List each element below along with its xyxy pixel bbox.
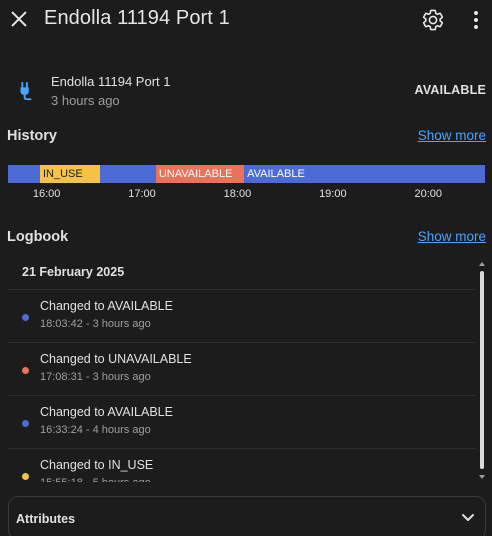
- logbook-title: Logbook: [7, 229, 69, 245]
- time-tick-label: 19:00: [319, 188, 347, 200]
- history-show-more-link[interactable]: Show more: [418, 128, 486, 143]
- ev-plug-icon: [20, 81, 32, 101]
- logbook-entry[interactable]: Changed to UNAVAILABLE 17:08:31 - 3 hours…: [8, 343, 476, 396]
- logbook-entry-message: Changed to AVAILABLE: [40, 299, 173, 313]
- gear-icon[interactable]: [421, 8, 445, 32]
- scroll-thumb[interactable]: [480, 271, 484, 469]
- timeline-segment[interactable]: IN_USE: [39, 165, 101, 183]
- history-timeline[interactable]: IN_USE UNAVAILABLE AVAILABLE: [8, 165, 485, 183]
- more-info-dialog: Endolla 11194 Port 1 Endolla 11194 Port …: [0, 0, 492, 536]
- logbook-entry-message: Changed to IN_USE: [40, 458, 154, 472]
- timeline-segment[interactable]: [100, 165, 156, 183]
- logbook-entry-message: Changed to UNAVAILABLE: [40, 352, 192, 366]
- chevron-down-icon[interactable]: [461, 513, 475, 523]
- dialog-header: Endolla 11194 Port 1: [0, 0, 492, 40]
- logbook-entry-time: 15:55:18 - 5 hours ago: [40, 477, 151, 482]
- logbook-entry[interactable]: Changed to AVAILABLE 16:33:24 - 4 hours a…: [8, 396, 476, 449]
- history-title: History: [7, 128, 57, 144]
- scroll-up-arrow-icon[interactable]: [479, 262, 485, 266]
- timeline-segment[interactable]: [8, 165, 40, 183]
- entity-last-changed: 3 hours ago: [51, 93, 120, 108]
- time-tick-label: 20:00: [414, 188, 442, 200]
- timeline-segment[interactable]: AVAILABLE: [244, 165, 485, 183]
- state-dot-icon: [22, 367, 29, 374]
- entity-state-value: AVAILABLE: [414, 83, 486, 97]
- attributes-label: Attributes: [16, 512, 76, 526]
- entity-state-row: Endolla 11194 Port 1 3 hours ago AVAILAB…: [0, 66, 492, 114]
- logbook-entry-time: 17:08:31 - 3 hours ago: [40, 371, 151, 383]
- logbook-list[interactable]: 21 February 2025 Changed to AVAILABLE 18:…: [8, 258, 476, 482]
- state-dot-icon: [22, 473, 29, 480]
- dialog-title: Endolla 11194 Port 1: [44, 7, 230, 29]
- timeline-segment[interactable]: UNAVAILABLE: [155, 165, 245, 183]
- logbook-scrollbar[interactable]: [478, 262, 486, 482]
- scroll-down-arrow-icon[interactable]: [479, 475, 485, 479]
- logbook-entry-time: 16:33:24 - 4 hours ago: [40, 424, 151, 436]
- time-tick-label: 18:00: [223, 188, 252, 200]
- close-icon[interactable]: [8, 8, 30, 30]
- logbook-entry-message: Changed to AVAILABLE: [40, 405, 173, 419]
- more-vertical-icon[interactable]: [466, 8, 486, 32]
- entity-name: Endolla 11194 Port 1: [51, 74, 171, 89]
- logbook-entry-time: 18:03:42 - 3 hours ago: [40, 318, 151, 330]
- logbook-show-more-link[interactable]: Show more: [418, 229, 486, 244]
- logbook-date-header: 21 February 2025: [22, 265, 125, 279]
- time-tick-label: 17:00: [128, 188, 156, 200]
- history-time-axis: 16:00 17:00 18:00 19:00 20:00: [8, 188, 485, 202]
- time-tick-label: 16:00: [32, 188, 61, 200]
- logbook-entry[interactable]: Changed to IN_USE 15:55:18 - 5 hours ago: [8, 449, 476, 482]
- state-dot-icon: [22, 314, 29, 321]
- logbook-entry[interactable]: Changed to AVAILABLE 18:03:42 - 3 hours a…: [8, 290, 476, 343]
- attributes-expander[interactable]: Attributes: [8, 496, 486, 536]
- state-dot-icon: [22, 420, 29, 427]
